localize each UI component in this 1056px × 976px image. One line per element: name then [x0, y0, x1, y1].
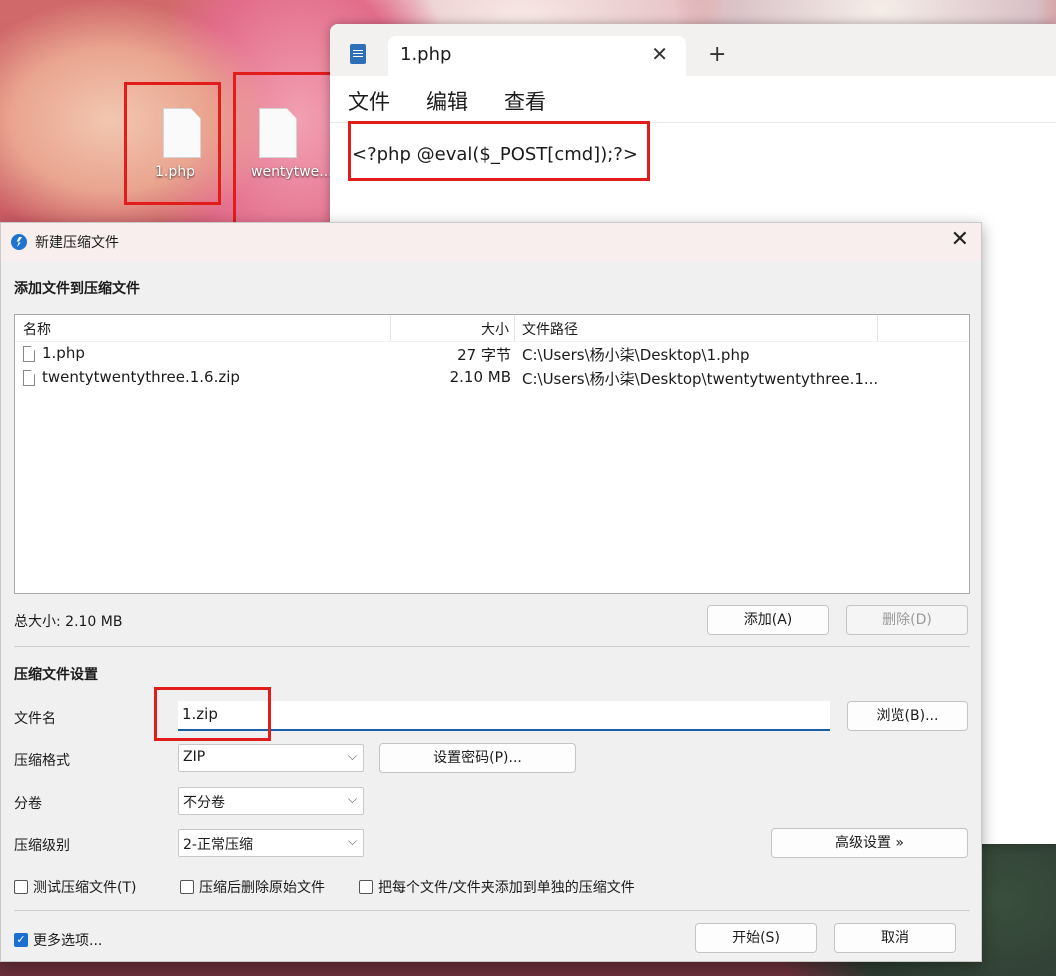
highlight-box-code: [348, 121, 650, 181]
file-name: 1.php: [42, 344, 85, 362]
format-select-value: ZIP: [183, 749, 206, 765]
chevron-down-icon: ⌵: [347, 834, 357, 848]
add-files-heading: 添加文件到压缩文件: [14, 281, 140, 297]
section-divider: [14, 910, 970, 911]
highlight-box-php-icon: [124, 82, 221, 205]
filename-label: 文件名: [14, 711, 56, 727]
separate-archives-checkbox[interactable]: 把每个文件/文件夹添加到单独的压缩文件: [359, 877, 635, 897]
column-divider[interactable]: [877, 315, 878, 341]
level-select[interactable]: 2-正常压缩 ⌵: [178, 829, 364, 857]
checkbox-label: 更多选项...: [33, 933, 103, 949]
menu-view[interactable]: 查看: [504, 86, 546, 116]
column-header-path[interactable]: 文件路径: [522, 319, 578, 339]
menu-file[interactable]: 文件: [348, 86, 390, 116]
cancel-button[interactable]: 取消: [834, 923, 956, 953]
checkbox-label: 测试压缩文件(T): [33, 880, 137, 896]
archive-settings-heading: 压缩文件设置: [14, 667, 98, 683]
file-size: 27 字节: [457, 346, 511, 364]
level-label: 压缩级别: [14, 838, 70, 854]
close-tab-icon[interactable]: ✕: [651, 42, 668, 66]
notepad-tab-bar: 1.php ✕ +: [330, 24, 1056, 76]
new-archive-dialog: 新建压缩文件 ✕ 添加文件到压缩文件 名称 大小 文件路径 1.php 27 字…: [0, 222, 982, 962]
checkbox-box: [14, 880, 28, 894]
delete-after-checkbox[interactable]: 压缩后删除原始文件: [180, 877, 325, 897]
checkbox-label: 把每个文件/文件夹添加到单独的压缩文件: [378, 880, 635, 896]
checkmark-icon: ✓: [14, 933, 28, 947]
file-list-header: 名称 大小 文件路径: [15, 315, 969, 342]
table-row[interactable]: 1.php 27 字节 C:\Users\杨小柒\Desktop\1.php: [15, 342, 969, 366]
column-divider[interactable]: [390, 315, 391, 341]
menu-edit[interactable]: 编辑: [426, 86, 468, 116]
chevron-down-icon: ⌵: [347, 792, 357, 806]
highlight-box-filename: [154, 687, 271, 741]
highlight-box-zip-icon: [233, 72, 333, 229]
dialog-title-bar: 新建压缩文件 ✕: [1, 223, 981, 261]
column-divider[interactable]: [514, 315, 515, 341]
split-select[interactable]: 不分卷 ⌵: [178, 787, 364, 815]
file-name: twentytwentythree.1.6.zip: [42, 368, 240, 386]
file-path: C:\Users\杨小柒\Desktop\1.php: [522, 346, 750, 364]
file-icon: [23, 346, 35, 362]
filename-input[interactable]: 1.zip: [178, 701, 830, 731]
table-row[interactable]: twentytwentythree.1.6.zip 2.10 MB C:\Use…: [15, 366, 969, 390]
format-label: 压缩格式: [14, 753, 70, 769]
advanced-settings-button[interactable]: 高级设置 »: [771, 828, 968, 858]
delete-button[interactable]: 删除(D): [846, 605, 968, 635]
set-password-button[interactable]: 设置密码(P)...: [379, 743, 576, 773]
section-divider: [14, 646, 970, 647]
notepad-tab-title: 1.php: [400, 44, 452, 65]
file-path: C:\Users\杨小柒\Desktop\twentytwentythree.1…: [522, 370, 879, 388]
add-button[interactable]: 添加(A): [707, 605, 829, 635]
close-icon[interactable]: ✕: [951, 227, 969, 252]
checkbox-box: [359, 880, 373, 894]
browse-button[interactable]: 浏览(B)...: [847, 701, 968, 731]
file-size: 2.10 MB: [449, 368, 511, 386]
column-header-size[interactable]: 大小: [481, 319, 509, 339]
split-label: 分卷: [14, 796, 42, 812]
split-select-value: 不分卷: [183, 795, 225, 811]
start-button[interactable]: 开始(S): [695, 923, 817, 953]
total-size: 总大小: 2.10 MB: [14, 614, 123, 630]
level-select-value: 2-正常压缩: [183, 837, 253, 853]
dialog-title: 新建压缩文件: [35, 235, 119, 251]
chevron-down-icon: ⌵: [347, 749, 357, 763]
test-archive-checkbox[interactable]: 测试压缩文件(T): [14, 877, 136, 897]
bandizip-logo-icon: [11, 234, 27, 250]
checkbox-box: [180, 880, 194, 894]
checkbox-label: 压缩后删除原始文件: [199, 880, 325, 896]
notepad-menu-bar: 文件 编辑 查看: [348, 86, 546, 116]
column-header-name[interactable]: 名称: [23, 319, 51, 339]
more-options-checkbox[interactable]: ✓ 更多选项...: [14, 930, 102, 950]
file-icon: [23, 370, 35, 386]
notepad-app-icon: [350, 44, 366, 64]
notepad-tab[interactable]: 1.php ✕: [388, 36, 686, 76]
format-select[interactable]: ZIP ⌵: [178, 744, 364, 772]
new-tab-icon[interactable]: +: [708, 42, 726, 67]
file-list[interactable]: 名称 大小 文件路径 1.php 27 字节 C:\Users\杨小柒\Desk…: [14, 314, 970, 594]
